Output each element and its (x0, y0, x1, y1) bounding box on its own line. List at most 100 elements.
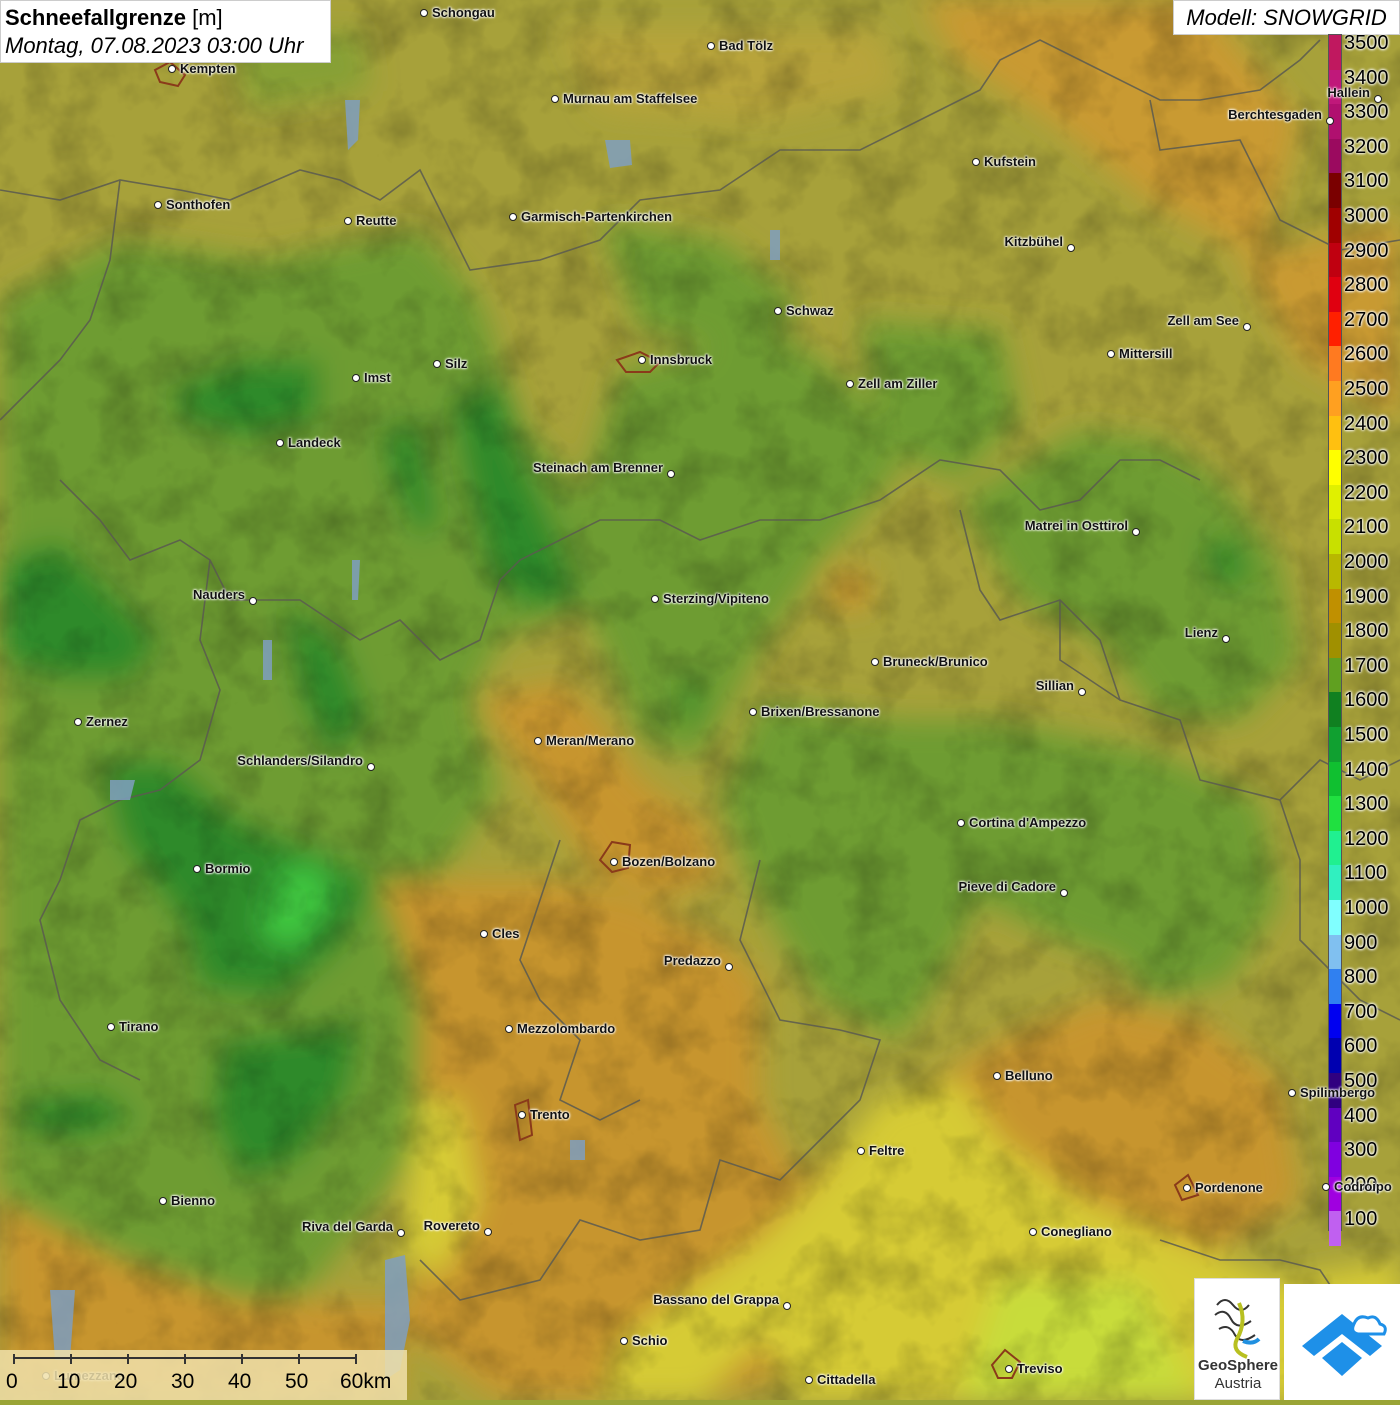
city-label: Lienz (1184, 625, 1218, 640)
legend-color-segment (1329, 865, 1341, 901)
city-marker (193, 865, 201, 873)
legend-color-segment (1329, 588, 1341, 624)
legend-level-label: 900 (1344, 931, 1378, 954)
city-marker (651, 595, 659, 603)
city-label: Meran/Merano (546, 733, 635, 748)
city-label: Belluno (1005, 1068, 1053, 1083)
legend-level-label: 3200 (1344, 135, 1389, 158)
city-label: Pieve di Cadore (958, 879, 1056, 894)
city-label: Steinach am Brenner (532, 460, 663, 475)
legend-color-segment (1329, 208, 1341, 244)
city-marker (805, 1376, 813, 1384)
city-marker (1322, 1183, 1330, 1191)
legend-color-segment (1329, 381, 1341, 417)
legend-level-label: 2700 (1344, 308, 1389, 331)
city-label: Schwaz (786, 303, 834, 318)
city-label: Predazzo (663, 953, 721, 968)
legend-color-segment (1329, 692, 1341, 728)
legend-color-segment (1329, 1211, 1341, 1247)
city-marker (857, 1147, 865, 1155)
city-marker (344, 217, 352, 225)
city-marker (846, 380, 854, 388)
city-label: Bienno (171, 1193, 216, 1208)
city-label: Imst (364, 370, 391, 385)
city-marker (993, 1072, 1001, 1080)
legend-level-label: 1800 (1344, 620, 1389, 643)
city-marker (168, 65, 176, 73)
city-label: Berchtesgaden (1228, 107, 1322, 122)
legend-color-segment (1329, 1003, 1341, 1039)
scale-label: 30 (171, 1370, 195, 1393)
legend-color-segment (1329, 415, 1341, 451)
city-label: Zell am Ziller (858, 376, 938, 391)
city-marker (1078, 688, 1086, 696)
city-marker (505, 1025, 513, 1033)
city-marker (276, 439, 284, 447)
city-marker (749, 708, 757, 716)
city-label: Reutte (356, 213, 397, 228)
city-label: Rovereto (423, 1218, 480, 1233)
city-label: Brixen/Bressanone (761, 704, 880, 719)
city-marker (972, 158, 980, 166)
legend-level-label: 300 (1344, 1139, 1378, 1162)
map-datetime: Montag, 07.08.2023 03:00 Uhr (5, 33, 304, 58)
legend-level-label: 3000 (1344, 205, 1389, 227)
city-marker (154, 201, 162, 209)
city-marker (1005, 1365, 1013, 1373)
city-label: Innsbruck (650, 352, 713, 367)
legend-level-label: 2000 (1344, 551, 1389, 573)
city-label: Riva del Garda (301, 1219, 393, 1234)
city-marker (509, 213, 517, 221)
map-title-box: Schneefallgrenze [m] Montag, 07.08.2023 … (0, 0, 331, 63)
legend-level-label: 400 (1344, 1104, 1378, 1127)
city-marker (518, 1111, 526, 1119)
geosphere-logo[interactable]: GeoSphere Austria (1194, 1278, 1280, 1400)
legend-level-label: 600 (1344, 1035, 1378, 1058)
city-marker (1243, 323, 1251, 331)
legend-color-segment (1329, 519, 1341, 555)
legend-color-segment (1329, 969, 1341, 1005)
legend-level-label: 2200 (1344, 481, 1389, 504)
legend-level-label: 2500 (1344, 378, 1389, 400)
city-marker (871, 658, 879, 666)
city-marker (1183, 1184, 1191, 1192)
legend-color-segment (1329, 830, 1341, 866)
city-label: Trento (530, 1107, 570, 1122)
legend-color-segment (1329, 450, 1341, 486)
city-marker (159, 1197, 167, 1205)
legend-color-segment (1329, 138, 1341, 174)
legend-level-label: 1000 (1344, 897, 1389, 919)
city-label: Pordenone (1195, 1180, 1263, 1195)
city-label: Feltre (869, 1143, 905, 1158)
city-label: Bad Tölz (719, 38, 774, 53)
city-marker (610, 858, 618, 866)
city-label: Nauders (192, 587, 245, 602)
legend-color-segment (1329, 242, 1341, 278)
legend-color-segment (1329, 554, 1341, 590)
legend-level-label: 100 (1344, 1208, 1378, 1231)
city-marker (707, 42, 715, 50)
title-unit: [m] (192, 5, 223, 30)
mountain-cloud-icon (1302, 1314, 1387, 1376)
city-label: Conegliano (1041, 1224, 1112, 1239)
city-marker (367, 763, 375, 771)
city-marker (1029, 1228, 1037, 1236)
legend-color-segment (1329, 761, 1341, 797)
city-marker (534, 737, 542, 745)
city-label: Kempten (180, 61, 236, 76)
city-label: Cortina d'Ampezzo (969, 815, 1087, 830)
city-marker (1326, 117, 1334, 125)
legend-color-segment (1329, 346, 1341, 382)
legend-color-segment (1329, 173, 1341, 209)
city-label: Bruneck/Brunico (883, 654, 988, 669)
legend-level-label: 2100 (1344, 516, 1389, 539)
city-marker (1374, 95, 1382, 103)
legend-color-segment (1329, 796, 1341, 832)
legend-color-segment (1329, 900, 1341, 936)
legend-level-label: 700 (1344, 1000, 1378, 1023)
legend-level-label: 2600 (1344, 343, 1389, 366)
map-title: Schneefallgrenze [m] (5, 4, 326, 32)
app-logo[interactable] (1284, 1284, 1400, 1400)
city-marker (74, 718, 82, 726)
city-marker (480, 930, 488, 938)
